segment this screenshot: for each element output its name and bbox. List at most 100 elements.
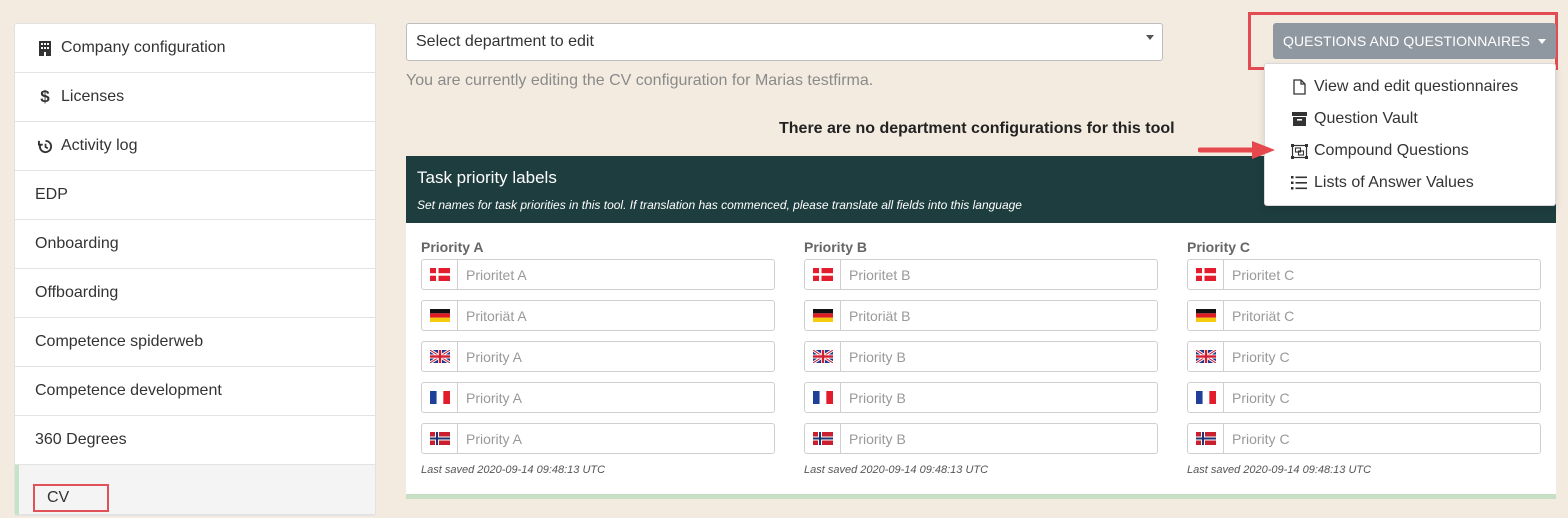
sidebar-item-label: Onboarding: [35, 235, 119, 252]
menu-item-compound-questions[interactable]: Compound Questions: [1265, 135, 1555, 167]
field-placeholder: Pritoriät C: [1232, 307, 1295, 324]
flag-germany-icon: [422, 301, 458, 330]
panel-subtitle: Set names for task priorities in this to…: [417, 198, 1022, 212]
questions-dropdown-menu: View and edit questionnaires Question Va…: [1264, 63, 1556, 206]
field-placeholder: Pritoriät B: [849, 307, 911, 324]
object-group-icon: [1290, 143, 1308, 159]
panel-body: Priority A Prioritet A Pritoriät A Prior…: [406, 223, 1556, 499]
field-placeholder: Priority B: [849, 389, 906, 406]
sidebar-item-company-configuration[interactable]: Company configuration: [15, 24, 375, 73]
last-saved-text: Last saved 2020-09-14 09:48:13 UTC: [1187, 464, 1372, 476]
caret-down-icon: [1146, 35, 1154, 40]
field-placeholder: Priority B: [849, 348, 906, 365]
flag-denmark-icon: [805, 260, 841, 289]
questions-dropdown-label: QUESTIONS AND QUESTIONNAIRES: [1282, 33, 1531, 49]
priority-input-german[interactable]: Pritoriät C: [1187, 300, 1541, 331]
sidebar-item-label: Offboarding: [35, 284, 119, 301]
questions-dropdown-button[interactable]: QUESTIONS AND QUESTIONNAIRES: [1273, 23, 1556, 59]
sidebar-item-activity-log[interactable]: Activity log: [15, 122, 375, 171]
field-placeholder: Priority C: [1232, 430, 1290, 447]
priority-input-english[interactable]: Priority A: [421, 341, 775, 372]
flag-france-icon: [422, 383, 458, 412]
history-icon: [35, 139, 55, 154]
priority-input-french[interactable]: Priority A: [421, 382, 775, 413]
flag-norway-icon: [805, 424, 841, 453]
priority-column-c: Priority C Prioritet C Pritoriät C Prior…: [1187, 239, 1541, 476]
priority-input-german[interactable]: Pritoriät A: [421, 300, 775, 331]
list-icon: [1290, 176, 1308, 190]
field-placeholder: Priority A: [466, 389, 523, 406]
flag-france-icon: [1188, 383, 1224, 412]
flag-norway-icon: [1188, 424, 1224, 453]
sidebar-item-label: Activity log: [61, 137, 138, 154]
caret-down-icon: [1538, 38, 1547, 44]
dollar-icon: $: [40, 87, 50, 106]
flag-denmark-icon: [422, 260, 458, 289]
sidebar-item-licenses[interactable]: $ Licenses: [15, 73, 375, 122]
column-label: Priority C: [1187, 239, 1251, 255]
sidebar-item-label: EDP: [35, 186, 68, 203]
panel-title: Task priority labels: [417, 168, 557, 187]
flag-norway-icon: [422, 424, 458, 453]
priority-input-english[interactable]: Priority C: [1187, 341, 1541, 372]
flag-germany-icon: [1188, 301, 1224, 330]
flag-denmark-icon: [1188, 260, 1224, 289]
flag-france-icon: [805, 383, 841, 412]
priority-input-danish[interactable]: Prioritet A: [421, 259, 775, 290]
menu-item-label: Lists of Answer Values: [1314, 174, 1474, 191]
sidebar-item-label: Competence development: [35, 382, 222, 399]
sidebar-item-competence-spiderweb[interactable]: Competence spiderweb: [15, 318, 375, 367]
menu-item-label: Question Vault: [1314, 110, 1418, 127]
building-icon: [35, 40, 55, 56]
menu-item-view-edit-questionnaires[interactable]: View and edit questionnaires: [1265, 71, 1555, 103]
field-placeholder: Prioritet C: [1232, 266, 1295, 283]
sidebar-item-onboarding[interactable]: Onboarding: [15, 220, 375, 269]
menu-item-lists-answer-values[interactable]: Lists of Answer Values: [1265, 167, 1555, 199]
sidebar-item-cv[interactable]: CV: [15, 465, 375, 515]
sidebar-item-label: 360 Degrees: [35, 431, 127, 448]
sidebar-item-offboarding[interactable]: Offboarding: [15, 269, 375, 318]
field-placeholder: Priority C: [1232, 389, 1290, 406]
field-placeholder: Priority B: [849, 430, 906, 447]
priority-column-a: Priority A Prioritet A Pritoriät A Prior…: [421, 239, 775, 476]
last-saved-text: Last saved 2020-09-14 09:48:13 UTC: [804, 464, 989, 476]
flag-uk-icon: [1188, 342, 1224, 371]
sidebar-item-edp[interactable]: EDP: [15, 171, 375, 220]
priority-input-norwegian[interactable]: Priority A: [421, 423, 775, 454]
menu-item-label: Compound Questions: [1314, 142, 1469, 159]
sidebar-item-360-degrees[interactable]: 360 Degrees: [15, 416, 375, 465]
sidebar-item-label: Competence spiderweb: [35, 333, 204, 350]
file-icon: [1290, 79, 1308, 95]
field-placeholder: Pritoriät A: [466, 307, 527, 324]
department-select[interactable]: Select department to edit: [406, 23, 1163, 61]
sidebar-item-label: Licenses: [61, 88, 125, 105]
flag-uk-icon: [422, 342, 458, 371]
no-department-notice: There are no department configurations f…: [779, 120, 1175, 137]
priority-input-french[interactable]: Priority B: [804, 382, 1158, 413]
field-placeholder: Priority A: [466, 430, 523, 447]
sidebar: Company configuration $ Licenses Activit…: [14, 23, 376, 516]
menu-item-label: View and edit questionnaires: [1314, 78, 1519, 95]
editing-notice: You are currently editing the CV configu…: [406, 72, 874, 89]
highlight-box: QUESTIONS AND QUESTIONNAIRES: [1248, 12, 1558, 70]
priority-input-norwegian[interactable]: Priority C: [1187, 423, 1541, 454]
field-placeholder: Prioritet B: [849, 266, 911, 283]
highlight-box: CV: [33, 483, 109, 512]
priority-input-english[interactable]: Priority B: [804, 341, 1158, 372]
priority-input-danish[interactable]: Prioritet C: [1187, 259, 1541, 290]
annotation-arrow-icon: [1198, 141, 1275, 159]
priority-input-norwegian[interactable]: Priority B: [804, 423, 1158, 454]
field-placeholder: Priority A: [466, 348, 523, 365]
department-select-value: Select department to edit: [416, 33, 594, 50]
priority-input-french[interactable]: Priority C: [1187, 382, 1541, 413]
sidebar-item-competence-development[interactable]: Competence development: [15, 367, 375, 416]
last-saved-text: Last saved 2020-09-14 09:48:13 UTC: [421, 464, 606, 476]
menu-item-question-vault[interactable]: Question Vault: [1265, 103, 1555, 135]
field-placeholder: Prioritet A: [466, 266, 527, 283]
priority-input-danish[interactable]: Prioritet B: [804, 259, 1158, 290]
field-placeholder: Priority C: [1232, 348, 1290, 365]
sidebar-item-label: CV: [47, 488, 70, 506]
flag-uk-icon: [805, 342, 841, 371]
sidebar-item-label: Company configuration: [61, 39, 226, 56]
priority-input-german[interactable]: Pritoriät B: [804, 300, 1158, 331]
